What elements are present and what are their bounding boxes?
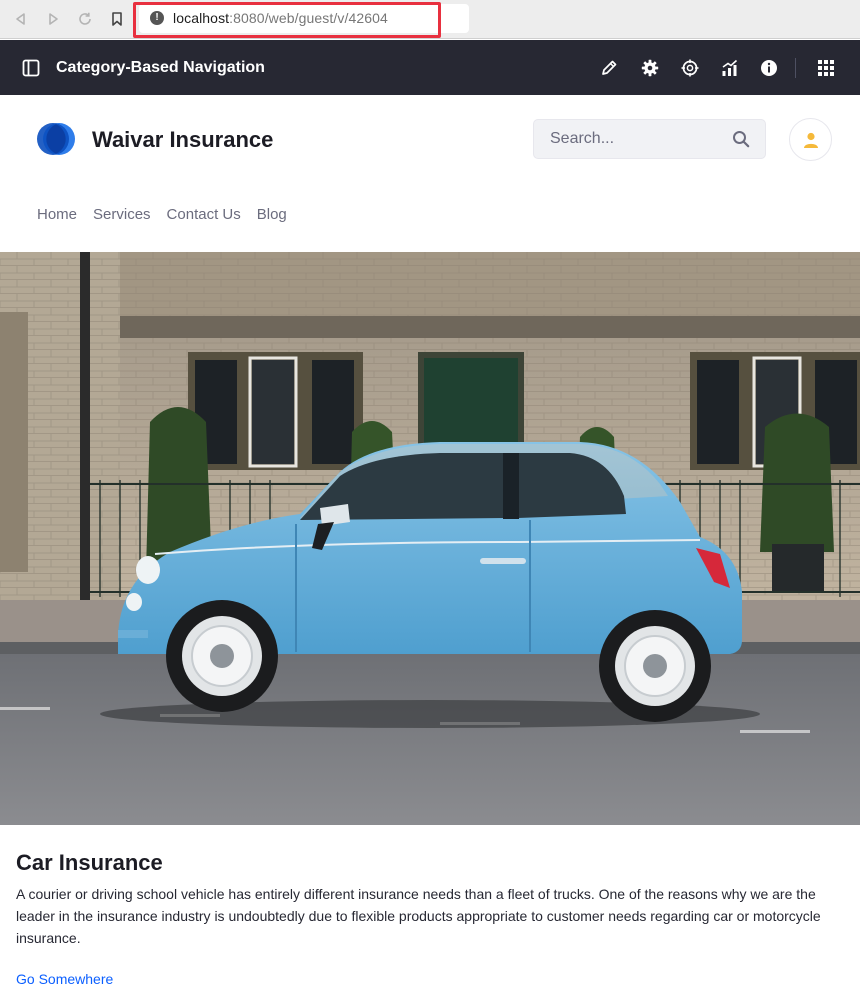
nav-blog[interactable]: Blog [257, 206, 287, 223]
search-icon[interactable] [732, 130, 750, 148]
reload-icon[interactable] [75, 9, 95, 29]
info-icon[interactable] [759, 58, 779, 78]
hero-image [0, 252, 860, 825]
url-path: :8080/web/guest/v/42604 [229, 10, 388, 26]
nav-services[interactable]: Services [93, 206, 151, 223]
front-wheel [166, 600, 278, 712]
search-input[interactable] [534, 120, 724, 158]
bookmark-icon[interactable] [107, 9, 127, 29]
browser-toolbar: ! localhost:8080/web/guest/v/42604 [0, 0, 860, 39]
analytics-icon[interactable] [720, 58, 740, 78]
rear-wheel [599, 610, 711, 722]
site-name[interactable]: Waivar Insurance [92, 127, 273, 153]
car-photo [0, 252, 860, 825]
url-host: localhost [173, 10, 230, 26]
card-title: Car Insurance [16, 850, 163, 875]
target-icon[interactable] [680, 58, 700, 78]
back-icon[interactable] [11, 9, 31, 29]
site-info-icon[interactable]: ! [150, 11, 164, 25]
page-title: Category-Based Navigation [56, 59, 265, 76]
site-navigation: Home Services Contact Us Blog [37, 206, 303, 223]
user-avatar[interactable] [789, 118, 832, 161]
nav-contact-us[interactable]: Contact Us [167, 206, 241, 223]
control-bar: Category-Based Navigation [0, 40, 860, 95]
apps-grid-icon[interactable] [816, 58, 836, 78]
site-logo[interactable] [36, 121, 76, 157]
pencil-icon[interactable] [599, 58, 619, 78]
control-bar-divider [795, 58, 796, 78]
go-somewhere-link[interactable]: Go Somewhere [16, 971, 113, 987]
card-description: A courier or driving school vehicle has … [16, 886, 821, 946]
url-text[interactable]: localhost:8080/web/guest/v/42604 [173, 10, 388, 26]
toggle-sidebar-icon[interactable] [22, 59, 40, 77]
search-box [533, 119, 766, 159]
forward-icon[interactable] [43, 9, 63, 29]
gear-icon[interactable] [640, 58, 660, 78]
nav-home[interactable]: Home [37, 206, 77, 223]
user-icon [803, 132, 818, 148]
